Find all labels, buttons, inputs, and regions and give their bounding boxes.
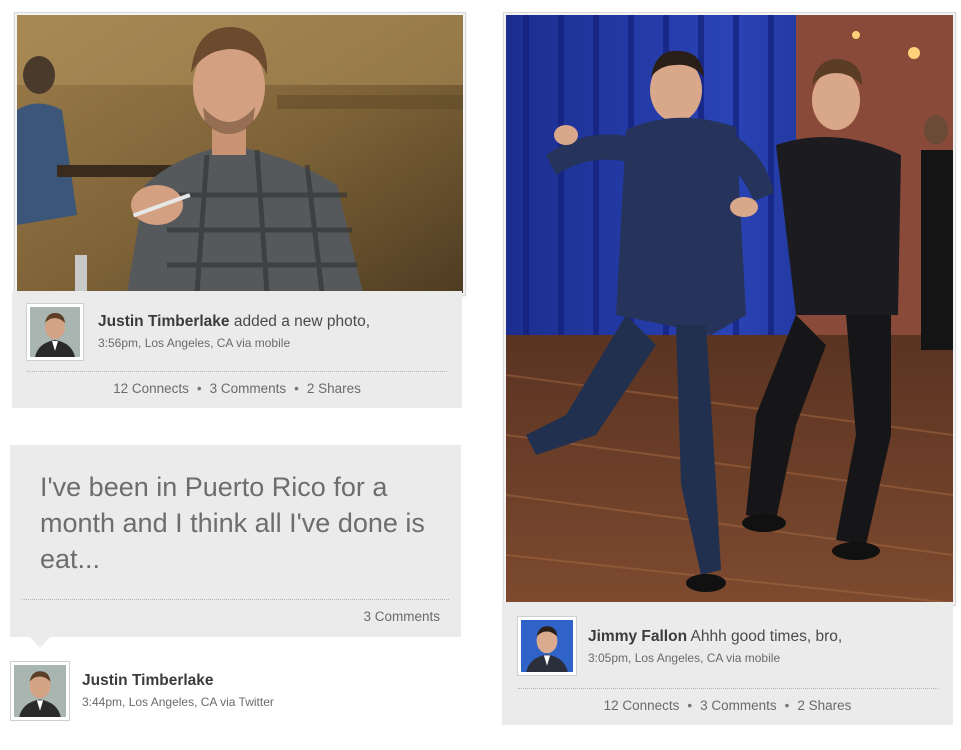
post3-photo[interactable] — [504, 13, 955, 605]
post1-shares-link[interactable]: 2 Shares — [307, 381, 361, 396]
post2-headline: Justin Timberlake — [82, 672, 274, 690]
divider — [518, 688, 938, 689]
post3-card: Jimmy Fallon Ahhh good times, bro, 3:05p… — [502, 602, 953, 725]
post2-card: I've been in Puerto Rico for a month and… — [10, 445, 461, 637]
avatar-justin-timberlake-icon[interactable] — [27, 304, 83, 360]
separator: • — [196, 381, 202, 396]
post3-shares-link[interactable]: 2 Shares — [797, 698, 851, 713]
post1-comments-link[interactable]: 3 Comments — [210, 381, 287, 396]
post1-timestamp: 3:56pm, Los Angeles, CA via mobile — [98, 336, 291, 350]
bar-scene-image — [17, 15, 463, 293]
post2-meta: Justin Timberlake 3:44pm, Los Angeles, C… — [82, 672, 274, 709]
post3-timestamp: 3:05pm, Los Angeles, CA via mobile — [588, 651, 781, 665]
divider — [22, 599, 449, 600]
separator: • — [294, 381, 299, 396]
post3-stats: 12 Connects • 3 Comments • 2 Shares — [502, 698, 953, 713]
stage-dance-image — [506, 15, 953, 603]
post2-status-text: I've been in Puerto Rico for a month and… — [40, 472, 425, 574]
post3-headline: Jimmy Fallon Ahhh good times, bro, — [588, 628, 842, 646]
post3-author-link[interactable]: Jimmy Fallon — [588, 628, 687, 645]
post3-connects-link[interactable]: 12 Connects — [604, 698, 680, 713]
post1-card: Justin Timberlake added a new photo, 3:5… — [12, 291, 462, 408]
post3-meta: Jimmy Fallon Ahhh good times, bro, 3:05p… — [588, 628, 842, 665]
post1-action-text: added a new photo, — [233, 313, 370, 330]
avatar-justin-timberlake-icon[interactable] — [11, 662, 69, 720]
post3-comments-link[interactable]: 3 Comments — [700, 698, 777, 713]
post1-stats: 12 Connects • 3 Comments • 2 Shares — [12, 381, 462, 396]
post1-author-link[interactable]: Justin Timberlake — [98, 313, 230, 330]
separator: • — [784, 698, 790, 713]
post2-speech-notch — [30, 637, 50, 648]
post2-author-link[interactable]: Justin Timberlake — [82, 672, 214, 689]
divider — [27, 371, 447, 372]
post1-photo[interactable] — [15, 13, 465, 295]
post2-stats: 3 Comments — [363, 609, 440, 624]
post1-meta: Justin Timberlake added a new photo, 3:5… — [98, 313, 370, 350]
avatar-jimmy-fallon-icon[interactable] — [518, 617, 576, 675]
post1-headline: Justin Timberlake added a new photo, — [98, 313, 370, 331]
post1-connects-link[interactable]: 12 Connects — [113, 381, 189, 396]
separator: • — [687, 698, 693, 713]
post2-timestamp: 3:44pm, Los Angeles, CA via Twitter — [82, 695, 274, 709]
post2-comments-link[interactable]: 3 Comments — [363, 609, 440, 624]
post3-action-text: Ahhh good times, bro, — [690, 628, 843, 645]
